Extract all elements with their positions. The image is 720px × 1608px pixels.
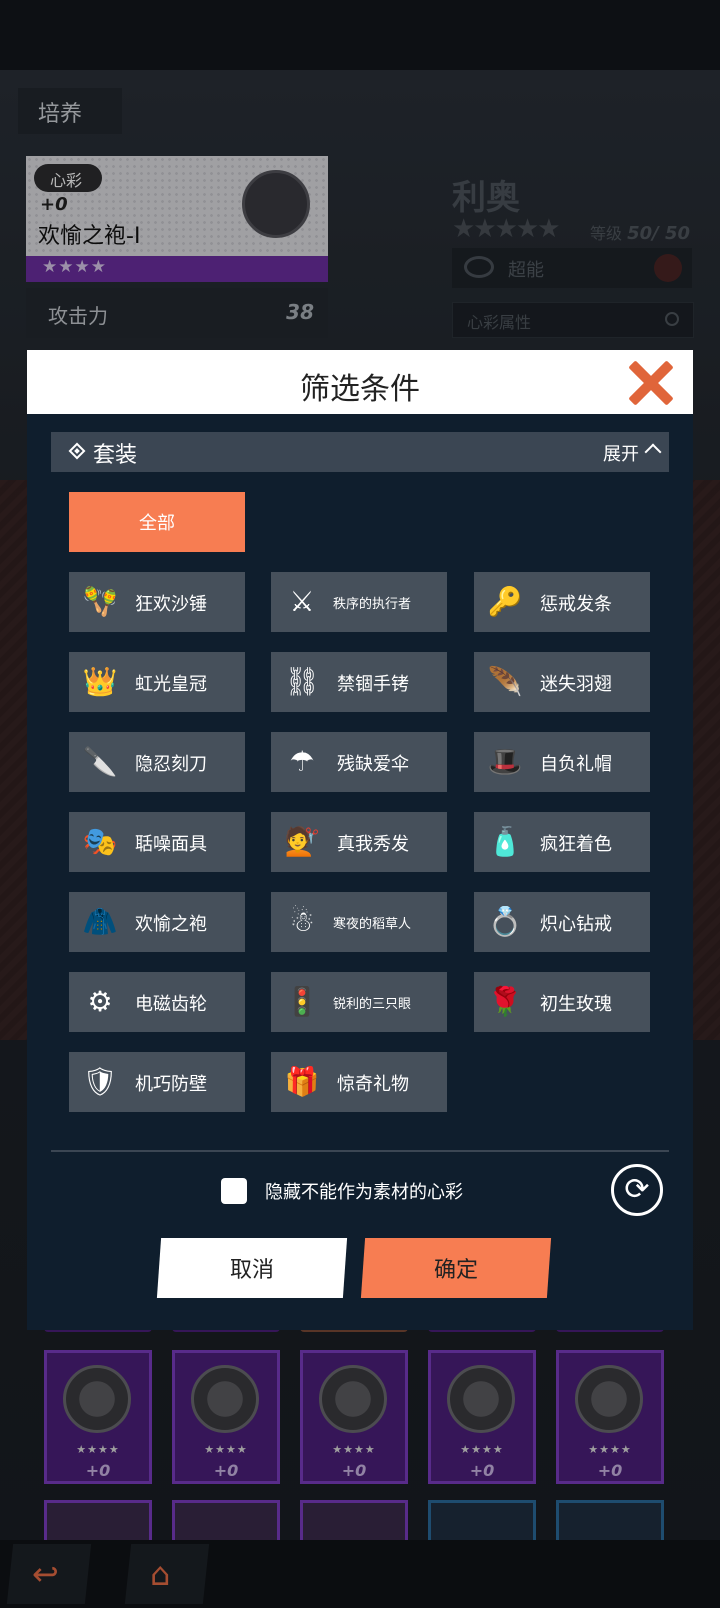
traffic-light-icon: 🚦	[284, 985, 320, 1018]
set-filter-chip[interactable]: ⚔ 秩序的执行者	[271, 572, 447, 632]
dialog-title: 筛选条件	[300, 372, 420, 407]
robe-icon: 🧥	[82, 905, 118, 938]
maraca-icon: 🪇	[82, 585, 118, 618]
set-filter-label: 惊奇礼物	[337, 1074, 409, 1095]
filter-all-button[interactable]: 全部	[69, 492, 245, 552]
set-filter-label: 真我秀发	[337, 834, 409, 855]
set-filter-chip[interactable]: 💇 真我秀发	[271, 812, 447, 872]
set-filter-label: 迷失羽翅	[540, 674, 612, 695]
gear-icon: ⚙	[87, 985, 113, 1018]
hide-checkbox[interactable]	[221, 1178, 247, 1204]
confirm-button[interactable]: 确定	[360, 1238, 552, 1298]
set-filter-chip[interactable]: ☂ 残缺爱伞	[271, 732, 447, 792]
set-filter-label: 禁锢手铐	[337, 674, 409, 695]
diamond-icon	[68, 442, 86, 460]
set-filter-label: 疯狂着色	[540, 834, 612, 855]
set-filter-label: 狂欢沙锤	[135, 594, 207, 615]
set-filter-chip[interactable]: ⚙ 电磁齿轮	[69, 972, 245, 1032]
set-filter-chip[interactable]: 👑 虹光皇冠	[69, 652, 245, 712]
set-filter-chip[interactable]: 🔪 隐忍刻刀	[69, 732, 245, 792]
set-filter-label: 电磁齿轮	[135, 994, 207, 1015]
mask-icon: 🎭	[82, 825, 118, 858]
set-filter-label: 残缺爱伞	[337, 754, 409, 775]
set-section-header[interactable]: 套装 展开	[51, 432, 669, 472]
set-filter-label: 虹光皇冠	[135, 674, 207, 695]
hide-option-label: 隐藏不能作为素材的心彩	[265, 1182, 463, 1203]
dialog-header: 筛选条件	[27, 350, 693, 414]
expand-label[interactable]: 展开	[603, 440, 639, 466]
set-filter-chip[interactable]: 🎁 惊奇礼物	[271, 1052, 447, 1112]
chevron-up-icon	[644, 443, 662, 461]
set-filter-chip[interactable]: 🧥 欢愉之袍	[69, 892, 245, 952]
set-filter-label: 惩戒发条	[540, 594, 612, 615]
set-filter-chip[interactable]: 🎩 自负礼帽	[474, 732, 650, 792]
filter-dialog: 筛选条件 套装 展开 全部 🪇 狂欢沙锤 ⚔ 秩序的执行者 🔑 惩戒发条 👑 虹光皇冠 ⛓ 禁锢手…	[27, 350, 693, 1330]
feather-wing-icon: 🪶	[487, 665, 523, 698]
set-filter-label: 欢愉之袍	[135, 914, 207, 935]
spray-can-icon: 🧴	[487, 825, 523, 858]
set-filter-label: 初生玫瑰	[540, 994, 612, 1015]
cancel-button[interactable]: 取消	[156, 1238, 348, 1298]
set-filter-chip[interactable]: 🪇 狂欢沙锤	[69, 572, 245, 632]
umbrella-icon: ☂	[289, 745, 315, 778]
cancel-label: 取消	[229, 1258, 274, 1283]
close-icon[interactable]	[623, 356, 677, 410]
crown-icon: 👑	[82, 665, 118, 698]
shield-glass-icon: 🛡	[82, 1065, 118, 1098]
set-filter-chip[interactable]: 🪶 迷失羽翅	[474, 652, 650, 712]
set-filter-chip[interactable]: 🎭 聒噪面具	[69, 812, 245, 872]
set-filter-chip[interactable]: 🧴 疯狂着色	[474, 812, 650, 872]
scarecrow-icon: ☃	[289, 905, 315, 938]
set-filter-chip[interactable]: 💍 炽心钻戒	[474, 892, 650, 952]
set-filter-label: 秩序的执行者	[333, 597, 412, 612]
rose-icon: 🌹	[487, 985, 523, 1018]
confirm-label: 确定	[433, 1258, 478, 1283]
set-filter-chip[interactable]: ☃ 寒夜的稻草人	[271, 892, 447, 952]
set-filter-label: 锐利的三只眼	[333, 997, 412, 1012]
set-filter-chip[interactable]: 🌹 初生玫瑰	[474, 972, 650, 1032]
divider	[51, 1150, 669, 1152]
set-filter-label: 自负礼帽	[540, 754, 612, 775]
set-filter-chip[interactable]: ⛓ 禁锢手铐	[271, 652, 447, 712]
gift-icon: 🎁	[284, 1065, 320, 1098]
set-filter-label: 聒噪面具	[135, 834, 207, 855]
set-filter-label: 机巧防壁	[135, 1074, 207, 1095]
set-filter-chip[interactable]: 🚦 锐利的三只眼	[271, 972, 447, 1032]
hair-icon: 💇	[284, 825, 320, 858]
knife-icon: 🔪	[82, 745, 118, 778]
filter-all-label: 全部	[139, 513, 175, 534]
reset-icon[interactable]: ⟳	[611, 1164, 663, 1216]
windup-key-icon: 🔑	[487, 585, 523, 618]
set-filter-chip[interactable]: 🛡 机巧防壁	[69, 1052, 245, 1112]
set-filter-label: 隐忍刻刀	[135, 754, 207, 775]
ring-icon: 💍	[487, 905, 523, 938]
top-hat-icon: 🎩	[487, 745, 523, 778]
scythe-icon: ⚔	[289, 585, 315, 618]
set-section-title: 套装	[93, 443, 138, 468]
set-filter-label: 炽心钻戒	[540, 914, 612, 935]
set-filter-chip[interactable]: 🔑 惩戒发条	[474, 572, 650, 632]
set-filter-label: 寒夜的稻草人	[333, 917, 412, 932]
handcuffs-icon: ⛓	[284, 665, 320, 698]
